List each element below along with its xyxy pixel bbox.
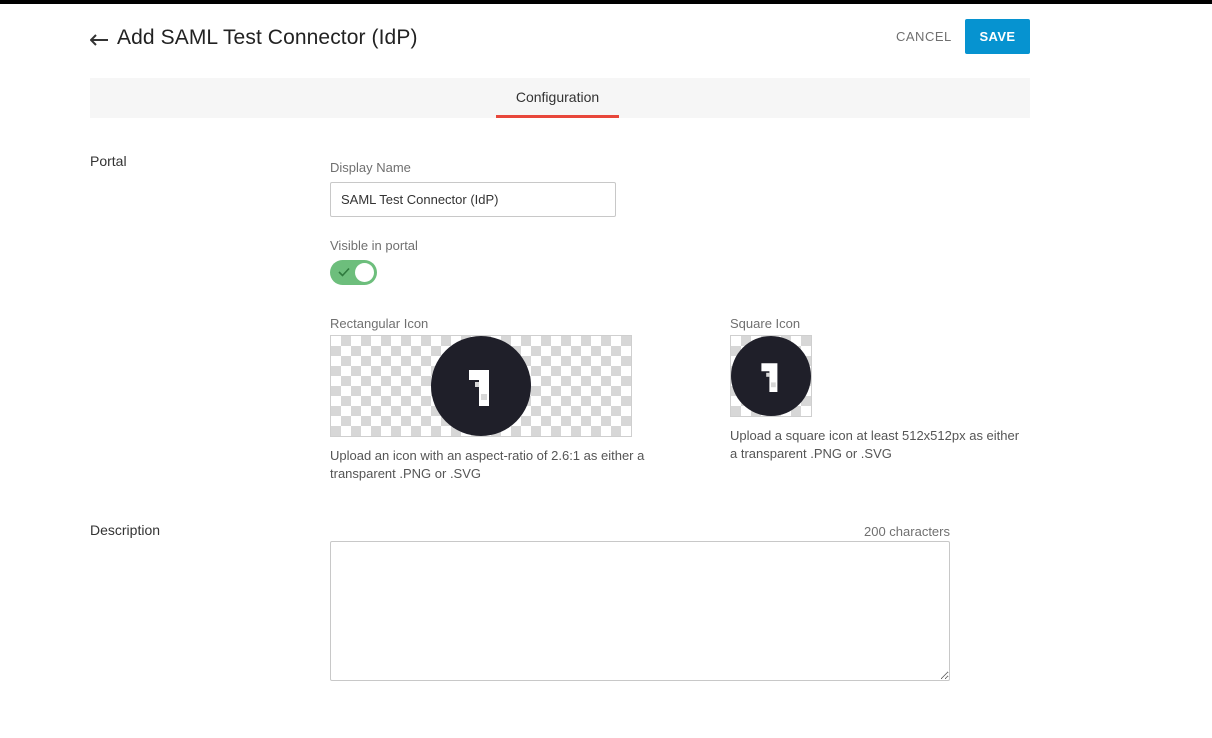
character-count: 200 characters [864, 524, 950, 539]
arrow-left-icon[interactable] [89, 33, 110, 47]
square-icon-help: Upload a square icon at least 512x512px … [730, 428, 1020, 461]
visible-in-portal-toggle[interactable] [330, 260, 377, 285]
cancel-button[interactable]: CANCEL [896, 29, 952, 44]
rectangular-icon-label: Rectangular Icon [330, 316, 429, 331]
active-tab-indicator [496, 115, 619, 118]
save-button[interactable]: SAVE [965, 19, 1030, 54]
rectangular-icon-help: Upload an icon with an aspect-ratio of 2… [330, 448, 645, 481]
checkmark-icon [337, 265, 351, 279]
square-icon-upload[interactable] [730, 335, 812, 417]
description-textarea[interactable] [330, 541, 950, 681]
onelogin-logo-icon [731, 336, 811, 416]
description-section-label: Description [90, 522, 161, 538]
onelogin-logo-icon [431, 336, 531, 436]
top-bar [0, 0, 1212, 4]
tab-label: Configuration [515, 89, 600, 105]
visible-in-portal-label: Visible in portal [330, 238, 418, 253]
tab-bar: Configuration [90, 78, 1030, 118]
tab-configuration[interactable]: Configuration [496, 78, 619, 118]
display-name-label: Display Name [330, 160, 411, 175]
toggle-knob [355, 263, 374, 282]
square-icon-label: Square Icon [730, 316, 801, 331]
page-header: Add SAML Test Connector (IdP) CANCEL SAV… [89, 18, 1030, 58]
display-name-input[interactable] [330, 182, 616, 217]
portal-section-label: Portal [90, 153, 127, 169]
page-title: Add SAML Test Connector (IdP) [117, 26, 418, 49]
rectangular-icon-upload[interactable] [330, 335, 632, 437]
